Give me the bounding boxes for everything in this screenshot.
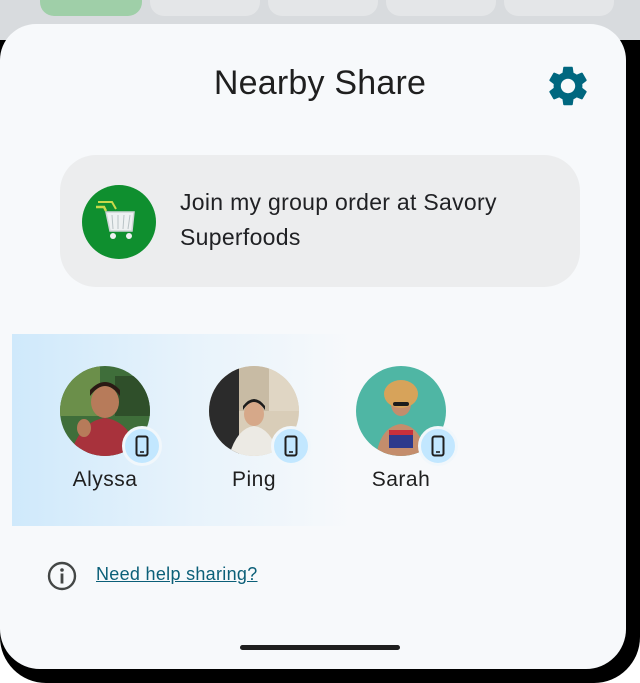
device-name: Alyssa — [72, 468, 138, 491]
device-badge — [418, 426, 458, 466]
background-chip — [150, 0, 260, 16]
background-chip — [504, 0, 614, 16]
nearby-devices-row: Alyssa Ping Sarah — [12, 334, 626, 526]
home-indicator[interactable] — [240, 645, 400, 650]
shopping-cart-icon — [96, 201, 135, 239]
info-icon — [47, 561, 77, 591]
background-chip — [40, 0, 142, 16]
phone-icon — [135, 435, 149, 457]
device-badge — [271, 426, 311, 466]
help-link[interactable]: Need help sharing? — [96, 564, 258, 585]
share-item-card: Join my group order at Savory Superfoods — [60, 155, 580, 287]
app-icon — [82, 185, 156, 259]
device-target-sarah[interactable]: Sarah — [341, 366, 461, 506]
device-target-ping[interactable]: Ping — [194, 366, 314, 506]
background-chip — [268, 0, 378, 16]
device-target-alyssa[interactable]: Alyssa — [45, 366, 165, 506]
device-badge — [122, 426, 162, 466]
background-chip — [386, 0, 496, 16]
share-item-text: Join my group order at Savory Superfoods — [180, 189, 497, 250]
device-name: Ping — [231, 468, 277, 491]
phone-icon — [431, 435, 445, 457]
gear-icon[interactable] — [544, 62, 592, 110]
phone-icon — [284, 435, 298, 457]
sheet-title: Nearby Share — [213, 64, 427, 102]
nearby-share-sheet: Nearby Share Join my group order at Savo… — [0, 24, 626, 669]
device-name: Sarah — [371, 468, 431, 491]
